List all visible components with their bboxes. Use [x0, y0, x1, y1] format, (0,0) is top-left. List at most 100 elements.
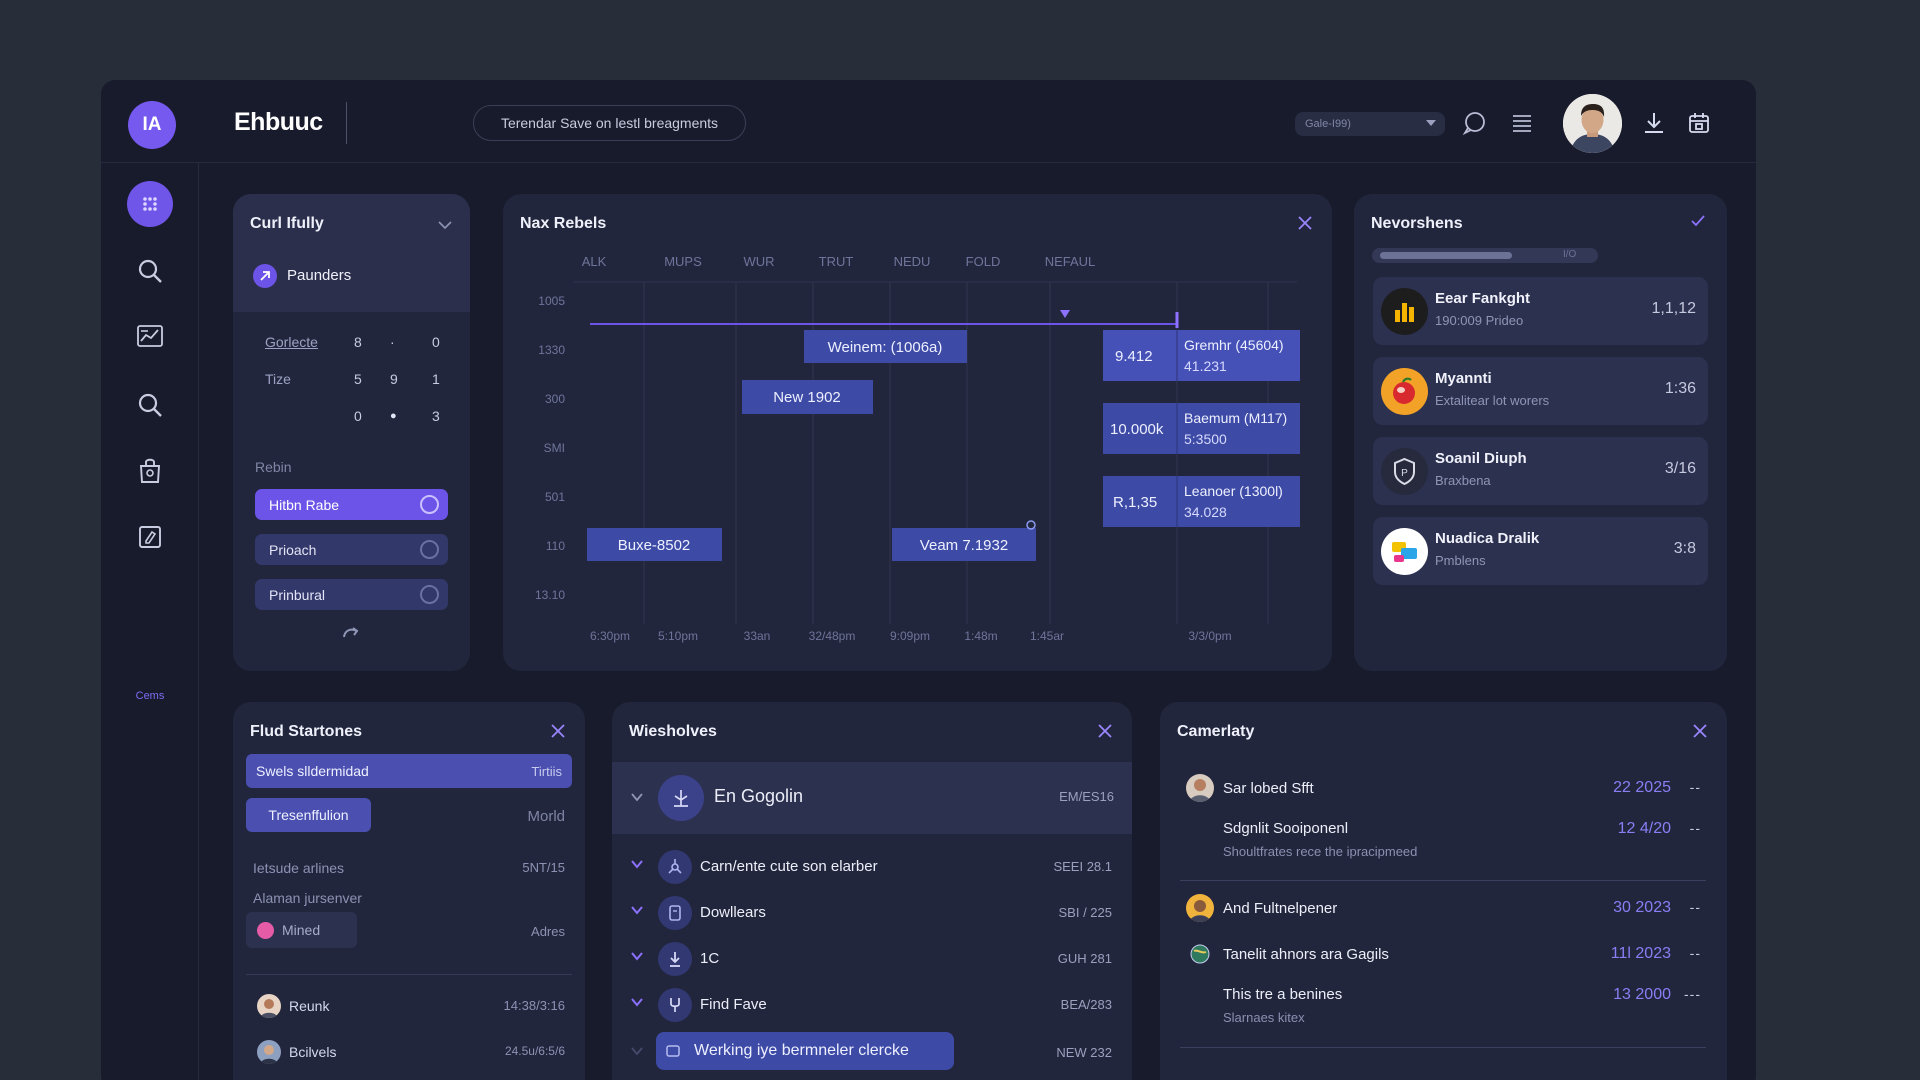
more-icon[interactable]: --	[1690, 820, 1701, 836]
option-item[interactable]: Prioach	[255, 534, 448, 565]
person-name[interactable]: Bcilvels	[289, 1044, 336, 1060]
list-item[interactable]: Myannti Extalitear lot worers 1:36	[1373, 357, 1708, 425]
y-label: 13.10	[535, 588, 565, 602]
working-row-code: NEW 232	[1056, 1045, 1112, 1060]
more-icon[interactable]: --	[1690, 899, 1701, 915]
info-text: Ietsude arlines	[253, 860, 345, 876]
list-row[interactable]: Find Fave BEA/283	[612, 982, 1132, 1028]
selected-item[interactable]: Paunders	[287, 267, 351, 284]
more-icon[interactable]: ---	[1684, 986, 1701, 1002]
close-icon[interactable]	[1691, 722, 1709, 740]
bar-label: Veam 7.1932	[920, 537, 1008, 554]
list-item-name: Nuadica Dralik	[1435, 530, 1540, 547]
activity-date: 13 2000	[1613, 986, 1671, 1003]
close-icon[interactable]	[1096, 722, 1114, 740]
list-row[interactable]: Dowllears SBI / 225	[612, 890, 1132, 936]
person-time: 14:38/3:16	[503, 998, 565, 1013]
working-row-label: Werking iye bermneler clercke	[694, 1042, 909, 1059]
chevron-down-icon[interactable]	[630, 857, 644, 871]
search-icon[interactable]	[127, 248, 173, 294]
activity-row[interactable]: This tre a benines Slarnaes kitex 13 200…	[1160, 986, 1727, 1034]
chevron-down-icon[interactable]	[438, 220, 452, 230]
search-icon[interactable]	[127, 382, 173, 428]
x-label: 9:09pm	[890, 629, 930, 643]
status-row-selected[interactable]: Swels slldermidad Tirtiis	[246, 754, 572, 788]
activity-row[interactable]: Sdgnlit Sooiponenl Shoultfrates rece the…	[1160, 820, 1727, 868]
right-block-name: Baemum (M117)	[1184, 410, 1287, 426]
chart-icon[interactable]	[127, 313, 173, 359]
shield-icon: P	[1381, 448, 1428, 495]
option-item[interactable]: Hitbn Rabe	[255, 489, 448, 520]
working-row[interactable]: Werking iye bermneler clercke	[656, 1032, 954, 1070]
right-block-value: R,1,35	[1113, 494, 1157, 511]
app-window: IA Ehbuuc Terendar Save on lestl breagme…	[101, 80, 1756, 1080]
chevron-down-icon[interactable]	[630, 949, 644, 963]
more-icon[interactable]: --	[1690, 779, 1701, 795]
chevron-down-icon[interactable]	[630, 790, 644, 804]
list-item-name: Myannti	[1435, 370, 1492, 387]
download-icon[interactable]	[1639, 108, 1669, 138]
radio-icon[interactable]	[420, 495, 439, 514]
list-row-code: SBI / 225	[1058, 905, 1112, 920]
table-row-label[interactable]: Gorlecte	[265, 334, 318, 350]
filter-select[interactable]: Gale-I99)	[1295, 112, 1445, 136]
avatar	[257, 994, 281, 1018]
rail-label[interactable]: Cems	[101, 690, 199, 702]
flud-card: Flud Startones Swels slldermidad Tirtiis…	[233, 702, 585, 1080]
chevron-down-icon[interactable]	[630, 1044, 644, 1058]
marker-icon	[1060, 310, 1070, 318]
app-logo[interactable]: IA	[128, 101, 176, 149]
activity-row[interactable]: Tanelit ahnors ara Gagils 11l 2023 --	[1160, 940, 1727, 970]
close-icon[interactable]	[549, 722, 567, 740]
list-row-label: Dowllears	[700, 904, 766, 921]
mined-chip[interactable]: Mined	[246, 912, 357, 948]
curl-card: Curl Ifully Paunders Gorlecte 8 · 0 Tize…	[233, 194, 470, 671]
calendar-icon[interactable]	[1684, 108, 1714, 138]
grid-icon[interactable]	[127, 181, 173, 227]
list-item-sub: Pmblens	[1435, 553, 1486, 568]
top-bar: IA Ehbuuc Terendar Save on lestl breagme…	[101, 80, 1756, 163]
right-block-value: 9.412	[1115, 348, 1153, 365]
table-cell: 1	[432, 371, 440, 387]
curl-card-title: Curl Ifully	[250, 215, 324, 232]
fruit-icon	[1381, 368, 1428, 415]
bars: Weinem: (1006a) New 1902 Buxe-8502 Veam …	[587, 330, 1036, 561]
tray-icon	[666, 1045, 680, 1057]
info-text: Alaman jursenver	[253, 890, 362, 906]
activity-row[interactable]: And Fultnelpener 30 2023 --	[1160, 894, 1727, 924]
x-label: 33an	[744, 629, 771, 643]
list-item[interactable]: P Soanil Diuph Braxbena 3/16	[1373, 437, 1708, 505]
redo-icon[interactable]	[341, 624, 361, 640]
right-block-sub: 34.028	[1184, 504, 1227, 520]
list-item-name: Soanil Diuph	[1435, 450, 1527, 467]
list-row-label: Carn/ente cute son elarber	[700, 858, 878, 875]
x-label: 3/3/0pm	[1188, 629, 1231, 643]
check-icon[interactable]	[1690, 214, 1706, 228]
more-icon[interactable]: --	[1690, 945, 1701, 961]
activity-row[interactable]: Sar lobed Sfft 22 2025 --	[1160, 774, 1727, 804]
avatar	[1186, 894, 1214, 922]
list-row[interactable]: Carn/ente cute son elarber SEEI 28.1	[612, 844, 1132, 890]
chevron-down-icon[interactable]	[630, 995, 644, 1009]
search-pill[interactable]: Terendar Save on lestl breagments	[473, 105, 746, 141]
column-label: TRUT	[819, 254, 854, 269]
status-chip[interactable]: Tresenffulion	[246, 798, 371, 832]
list-item[interactable]: Nuadica Dralik Pmblens 3:8	[1373, 517, 1708, 585]
radio-icon[interactable]	[420, 540, 439, 559]
user-avatar[interactable]	[1563, 94, 1622, 153]
radio-icon[interactable]	[420, 585, 439, 604]
list-item[interactable]: Eear Fankght 190:009 Prideo 1,1,12	[1373, 277, 1708, 345]
person-name[interactable]: Reunk	[289, 998, 329, 1014]
schedule-chart-card: Nax Rebels ALK MUPS WUR TRUT NEDU FOLD N…	[503, 194, 1332, 671]
x-label: 5:10pm	[658, 629, 698, 643]
chat-icon[interactable]	[1459, 108, 1489, 138]
column-label: NEDU	[894, 254, 931, 269]
chevron-down-icon[interactable]	[630, 903, 644, 917]
activity-title: And Fultnelpener	[1223, 900, 1338, 917]
bag-icon[interactable]	[127, 447, 173, 493]
group-header[interactable]: En Gogolin EM/ES16	[612, 762, 1132, 834]
list-row[interactable]: 1C GUH 281	[612, 936, 1132, 982]
list-icon[interactable]	[1507, 108, 1537, 138]
edit-icon[interactable]	[127, 514, 173, 560]
option-item[interactable]: Prinbural	[255, 579, 448, 610]
